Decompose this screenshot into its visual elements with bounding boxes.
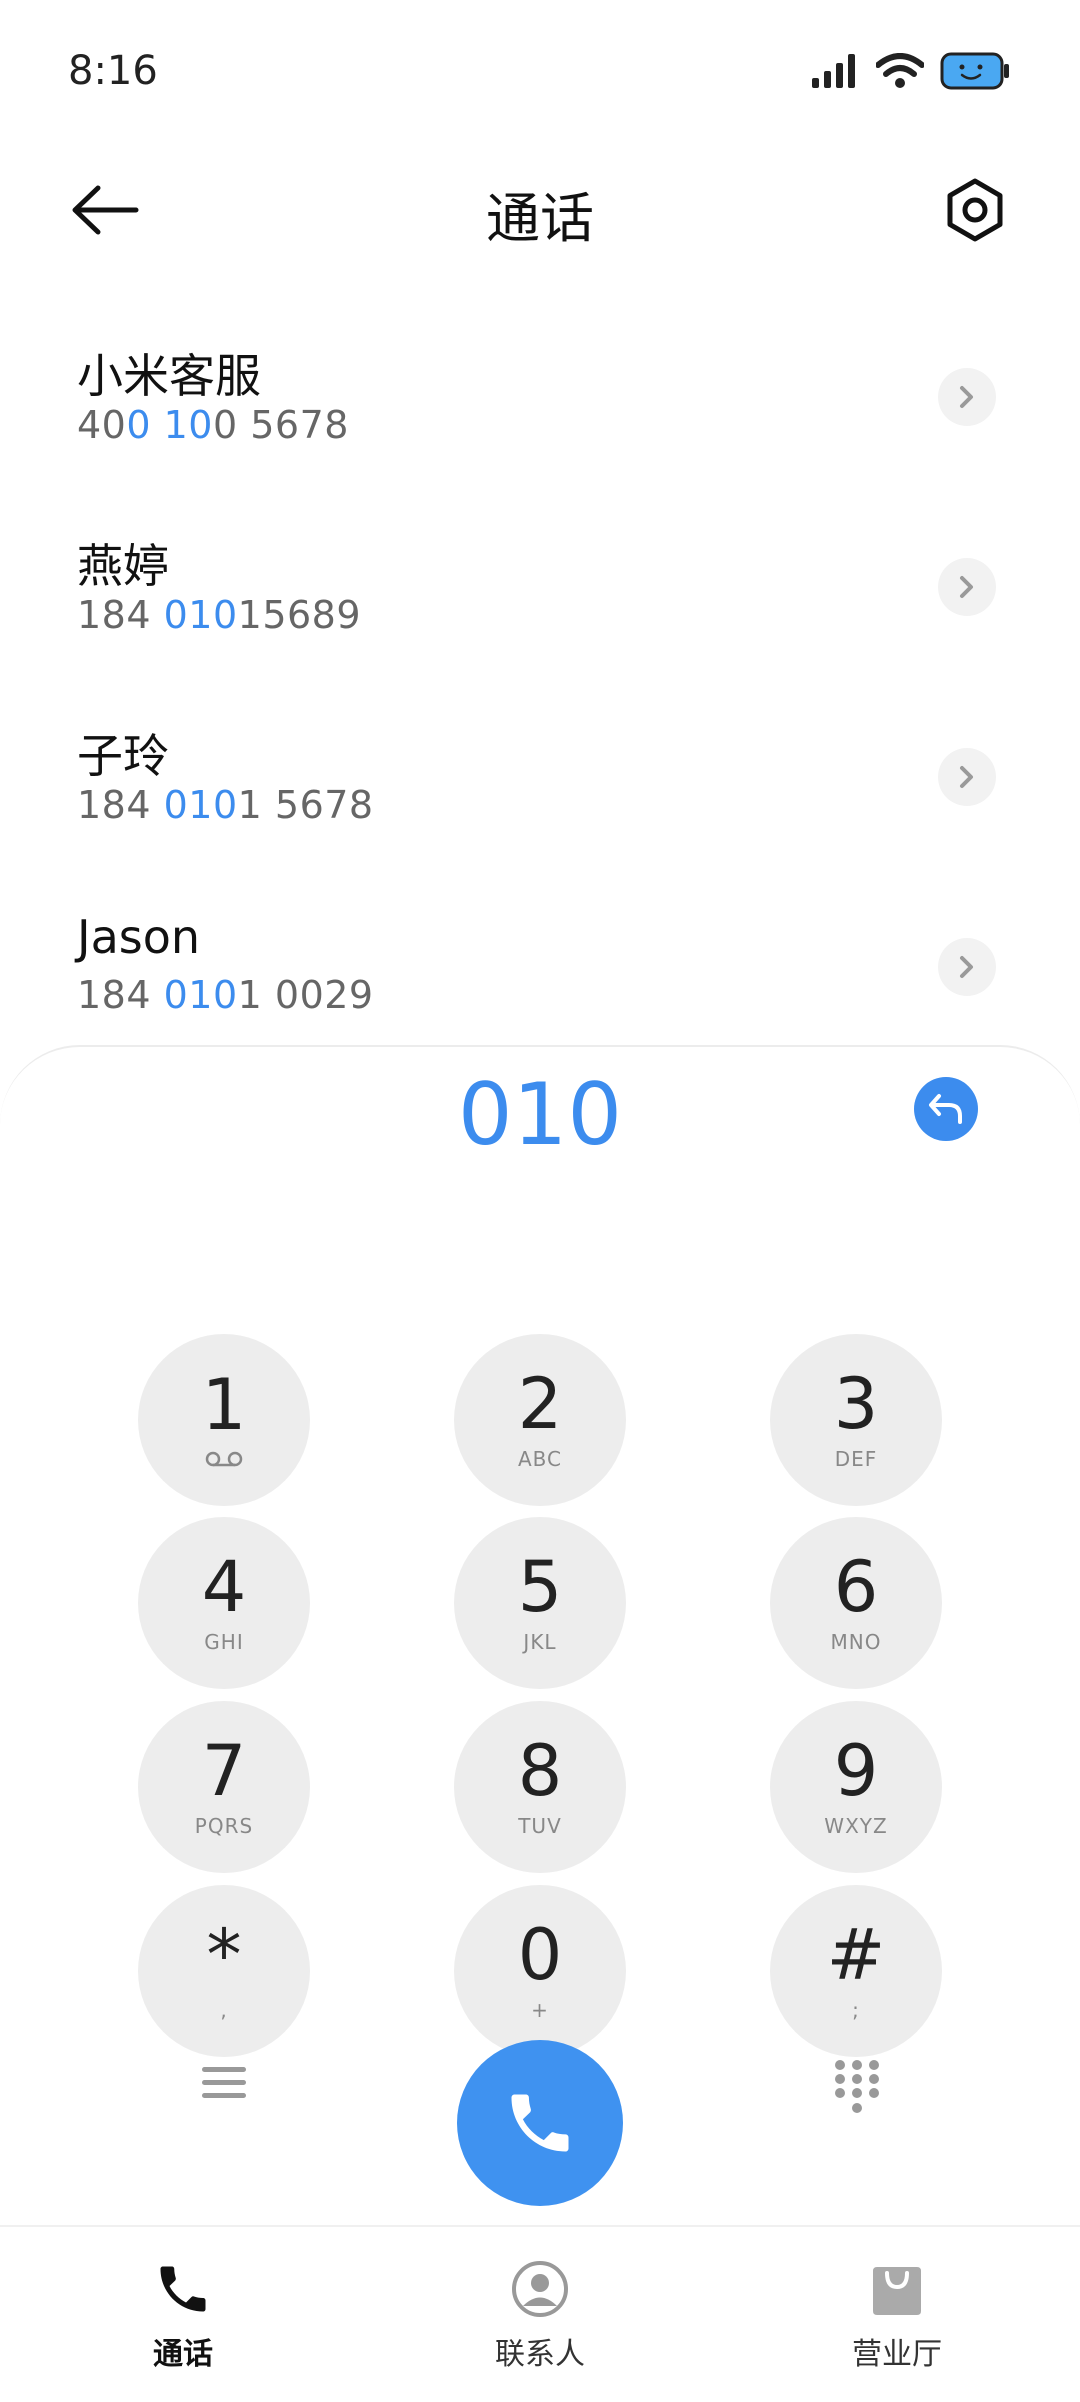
phone-icon <box>160 2266 206 2312</box>
nav-label: 联系人 <box>495 2337 585 2372</box>
contact-results: 小米客服 400 100 5678 燕婷 184 01015689 子玲 184… <box>0 300 1080 1060</box>
contact-name: 子玲 <box>77 729 169 783</box>
key-digit: 2 <box>517 1363 563 1445</box>
dialpad-icon <box>835 2060 879 2113</box>
contact-number: 184 0101 0029 <box>77 973 374 1017</box>
battery-icon <box>940 52 1009 90</box>
key-star[interactable]: * , <box>138 1885 310 2057</box>
voicemail-icon <box>205 1451 243 1467</box>
key-digit: 4 <box>201 1546 247 1628</box>
page-title: 通话 <box>486 187 594 250</box>
chevron-right-icon <box>960 386 973 408</box>
key-digit: 3 <box>833 1363 879 1445</box>
nav-tab-store[interactable]: 营业厅 <box>797 2259 997 2373</box>
keypad-toggle-button[interactable] <box>832 2059 882 2115</box>
key-letters: MNO <box>830 1630 882 1654</box>
key-letters: DEF <box>834 1447 878 1471</box>
key-letters: JKL <box>523 1630 557 1654</box>
key-digit: * <box>206 1914 242 1996</box>
delete-button[interactable] <box>914 1077 978 1141</box>
nav-tab-calls[interactable]: 通话 <box>83 2259 283 2373</box>
contact-result[interactable]: 燕婷 184 01015689 <box>0 490 1080 680</box>
shopping-bag-icon <box>873 2267 921 2315</box>
key-7[interactable]: 7 PQRS <box>138 1701 310 1873</box>
header: 通话 <box>0 150 1080 270</box>
key-hash[interactable]: # ; <box>770 1885 942 2057</box>
contact-name: 小米客服 <box>77 349 261 403</box>
contact-detail-button[interactable] <box>938 748 996 806</box>
key-letters: PQRS <box>194 1814 254 1838</box>
key-letters: ; <box>852 1998 860 2022</box>
signal-icon <box>812 54 855 88</box>
key-6[interactable]: 6 MNO <box>770 1517 942 1689</box>
key-0[interactable]: 0 + <box>454 1885 626 2057</box>
bottom-nav: 通话 联系人 营业厅 <box>0 2225 1080 2402</box>
key-digit: # <box>826 1914 886 1996</box>
nav-label: 通话 <box>153 2337 213 2372</box>
contact-detail-button[interactable] <box>938 938 996 996</box>
key-letters: + <box>531 1998 549 2022</box>
contact-result[interactable]: 小米客服 400 100 5678 <box>0 300 1080 490</box>
nav-label: 营业厅 <box>852 2337 942 2372</box>
status-time: 8:16 <box>68 48 158 94</box>
contact-number: 400 100 5678 <box>77 403 349 447</box>
nav-tab-contacts[interactable]: 联系人 <box>440 2259 640 2373</box>
key-letters: WXYZ <box>824 1814 888 1838</box>
dialpad-panel: 010 1 2 ABC 3 DEF 4 GHI 5 JKL 6 MNO 7 PQ… <box>0 1045 1080 2225</box>
phone-icon <box>511 2094 569 2152</box>
contact-name: Jason <box>77 910 201 964</box>
key-9[interactable]: 9 WXYZ <box>770 1701 942 1873</box>
undo-arrow-icon <box>929 1094 962 1124</box>
settings-icon <box>947 178 1003 242</box>
key-digit: 6 <box>833 1546 879 1628</box>
status-bar: 8:16 <box>0 0 1080 150</box>
key-4[interactable]: 4 GHI <box>138 1517 310 1689</box>
key-1[interactable]: 1 <box>138 1334 310 1506</box>
contact-result[interactable]: 子玲 184 0101 5678 <box>0 680 1080 870</box>
chevron-right-icon <box>960 576 973 598</box>
contact-name: 燕婷 <box>77 539 169 593</box>
contact-detail-button[interactable] <box>938 368 996 426</box>
key-letters: , <box>220 1998 228 2022</box>
menu-button[interactable] <box>200 2059 248 2107</box>
key-letters: GHI <box>204 1630 244 1654</box>
key-digit: 8 <box>517 1730 563 1812</box>
menu-icon <box>202 2067 246 2098</box>
key-5[interactable]: 5 JKL <box>454 1517 626 1689</box>
key-8[interactable]: 8 TUV <box>454 1701 626 1873</box>
chevron-right-icon <box>960 766 973 788</box>
key-3[interactable]: 3 DEF <box>770 1334 942 1506</box>
key-letters: TUV <box>518 1814 562 1838</box>
key-digit: 7 <box>201 1730 247 1812</box>
contact-person-icon <box>512 2261 568 2317</box>
contact-detail-button[interactable] <box>938 558 996 616</box>
contact-number: 184 0101 5678 <box>77 783 374 827</box>
key-digit: 1 <box>201 1364 247 1446</box>
key-letters: ABC <box>517 1447 562 1471</box>
call-button[interactable] <box>457 2040 623 2206</box>
wifi-icon <box>876 53 924 88</box>
contact-number: 184 01015689 <box>77 593 362 637</box>
key-digit: 5 <box>517 1546 563 1628</box>
contact-result[interactable]: Jason 184 0101 0029 <box>0 870 1080 1060</box>
key-digit: 0 <box>517 1914 563 1996</box>
settings-button[interactable] <box>940 175 1010 245</box>
key-digit: 9 <box>833 1730 879 1812</box>
key-2[interactable]: 2 ABC <box>454 1334 626 1506</box>
status-icons <box>812 52 1010 90</box>
chevron-right-icon <box>960 956 973 978</box>
